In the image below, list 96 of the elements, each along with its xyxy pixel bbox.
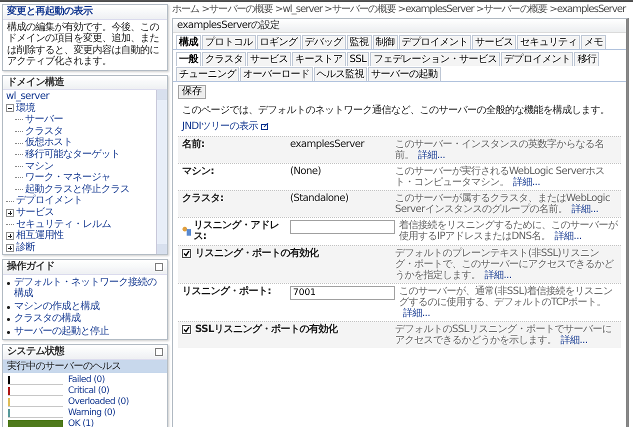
panel-title: 操作ガイド [7,261,54,273]
tab[interactable]: 監視 [346,35,372,49]
checkbox[interactable] [182,248,191,258]
tree-item[interactable]: 環境 [16,102,35,114]
subtab[interactable]: 一般 [176,52,201,66]
panel-title: システム状態 [7,346,64,358]
panel-title: ドメイン構造 [7,76,64,88]
tree-item[interactable]: 仮想ホスト [25,137,72,149]
field-value: examplesServer [290,138,366,150]
tab[interactable]: セキュリティ [517,35,580,49]
tree-item[interactable]: 相互運用性 [16,230,64,242]
tree-item[interactable]: サーバー [25,114,63,126]
help-text: 着信接続をリスニングするために、このサーバーが使用するIPアドレスまたはDNS名。 詳細... [399,220,619,242]
tree-item[interactable]: マシン [25,160,54,172]
health-label[interactable]: Warning (0) [68,408,116,418]
tab[interactable]: 制御 [372,35,398,49]
health-subtitle: 実行中のサーバーのヘルス [3,360,167,374]
subtab[interactable]: ヘルス監視 [314,67,367,81]
tree-item[interactable]: 診断 [16,242,35,254]
subtab[interactable]: チューニング [176,67,239,81]
tab[interactable]: サービス [472,35,516,49]
bullet-icon [7,282,10,285]
checkbox[interactable] [182,324,191,334]
bullet-icon [7,330,10,334]
minimize-icon[interactable] [155,263,163,272]
jndi-link[interactable]: JNDIツリーの表示 [182,121,258,132]
help-text: このサーバー・インスタンスの英数字からなる名前。 詳細... [395,138,605,160]
tree-item[interactable]: 移行可能なターゲット [25,149,120,161]
subtab[interactable]: 移行 [574,52,600,66]
health-label[interactable]: Critical (0) [68,386,110,396]
tab[interactable]: ロギング [256,35,300,49]
tree-item[interactable]: ワーク・マネージャ [25,172,110,184]
guide-link[interactable]: サーバーの起動と停止 [14,326,109,338]
tree-item[interactable]: クラスタ [25,126,63,138]
subtab[interactable]: サーバーの起動 [368,67,440,81]
more-link[interactable]: 詳細... [403,308,430,318]
subtab[interactable]: SSL [346,52,370,66]
checkbox-label: SSLリスニング・ポートの有効化 [195,324,338,335]
config-icon [182,226,192,236]
field-label: リスニング・ポート: [182,286,271,297]
help-text: このサーバーが実行されるWebLogic Serverホスト・コンピュータマシン。 詳細... [395,166,606,188]
more-link[interactable]: 詳細... [571,204,598,214]
expand-icon[interactable] [6,244,14,252]
guide-link[interactable]: クラスタの構成 [14,313,80,325]
guide-link[interactable]: マシンの作成と構成 [14,300,100,312]
tab[interactable]: デプロイメント [398,35,471,49]
bullet-icon [7,306,10,309]
field-label: マシン: [182,166,215,177]
subtab[interactable]: フェデレーション・サービス [370,52,500,66]
collapse-icon[interactable] [6,104,14,112]
help-text: デフォルトのSSLリスニング・ポートでサーバーにアクセスできるかどうかを示します。 詳細... [395,324,612,346]
expand-icon[interactable] [6,232,14,240]
bullet-icon [7,318,10,322]
tree-item[interactable]: デプロイメント [16,195,82,207]
more-link[interactable]: 詳細... [513,176,540,188]
subtab[interactable]: クラスタ [202,52,246,66]
panel-text: 構成の編集が有効です。今後、このドメインの項目を変更、追加、または削除すると、変更内容は自動的にアクティブ化されます。 [6,20,160,69]
scrollbar[interactable] [156,90,167,254]
more-link[interactable]: 詳細... [560,334,588,346]
field-label: リスニング・アドレス: [193,220,280,242]
panel-title: examplesServerの設定 [173,18,626,33]
subtab[interactable]: オーバーロード [240,67,312,81]
field-label: 名前: [182,138,206,150]
health-label[interactable]: Overloaded (0) [68,397,129,408]
field-value: (Standalone) [290,192,350,204]
tree-item[interactable]: セキュリティ・レルム [16,218,111,230]
tab[interactable]: デバッグ [302,35,346,49]
checkbox-label: リスニング・ポートの有効化 [195,248,318,259]
health-label[interactable]: Failed (0) [68,375,105,386]
guide-link[interactable]: デフォルト・ネットワーク接続の構成 [14,276,163,300]
tree-item[interactable]: wl_server [6,91,50,103]
subtab[interactable]: キーストア [292,52,346,66]
breadcrumb: ホーム >サーバーの概要 >wl_server >サーバーの概要 >examplesServer >サーバーの概要 >examplesServer [172,4,627,16]
tab[interactable]: 構成 [176,35,201,49]
text-field[interactable]: 7001 [290,286,395,300]
maximize-icon[interactable] [155,348,163,356]
help-text: デフォルトのプレーンテキスト(非SSL)リスニング・ポートで、このサーバーにアクセスできるかどうかを指定します。 詳細... [395,248,615,280]
text-field[interactable] [290,220,395,234]
tab[interactable]: プロトコル [202,35,256,49]
field-value: (None) [290,166,322,177]
help-text: このサーバーが属するクラスタ、またはWebLogic Serverインスタンスのグループの名前。 詳細... [395,192,611,214]
subtab[interactable]: サービス [247,52,291,66]
panel-title: 変更と再起動の表示 [7,6,92,18]
more-link[interactable]: 詳細... [554,230,582,242]
tree-item[interactable]: 起動クラスと停止クラス [25,184,130,196]
help-text: このサーバーが、通常(非SSL)着信接続をリスニングするのに使用する、デフォルトのTCPポート。 詳細... [399,286,614,318]
field-label: クラスタ: [182,192,224,204]
external-link-icon [261,123,270,130]
tab[interactable]: メモ [581,35,606,49]
expand-icon[interactable] [6,208,14,217]
more-link[interactable]: 詳細... [484,270,512,280]
tree-item[interactable]: サービス [16,206,54,218]
subtab[interactable]: デプロイメント [500,52,574,66]
save-button[interactable]: 保存 [178,85,206,98]
intro-text: このページでは、デフォルトのネットワーク通信など、このサーバーの全般的な機能を構成します。 [182,104,610,116]
more-link[interactable]: 詳細... [418,150,446,160]
